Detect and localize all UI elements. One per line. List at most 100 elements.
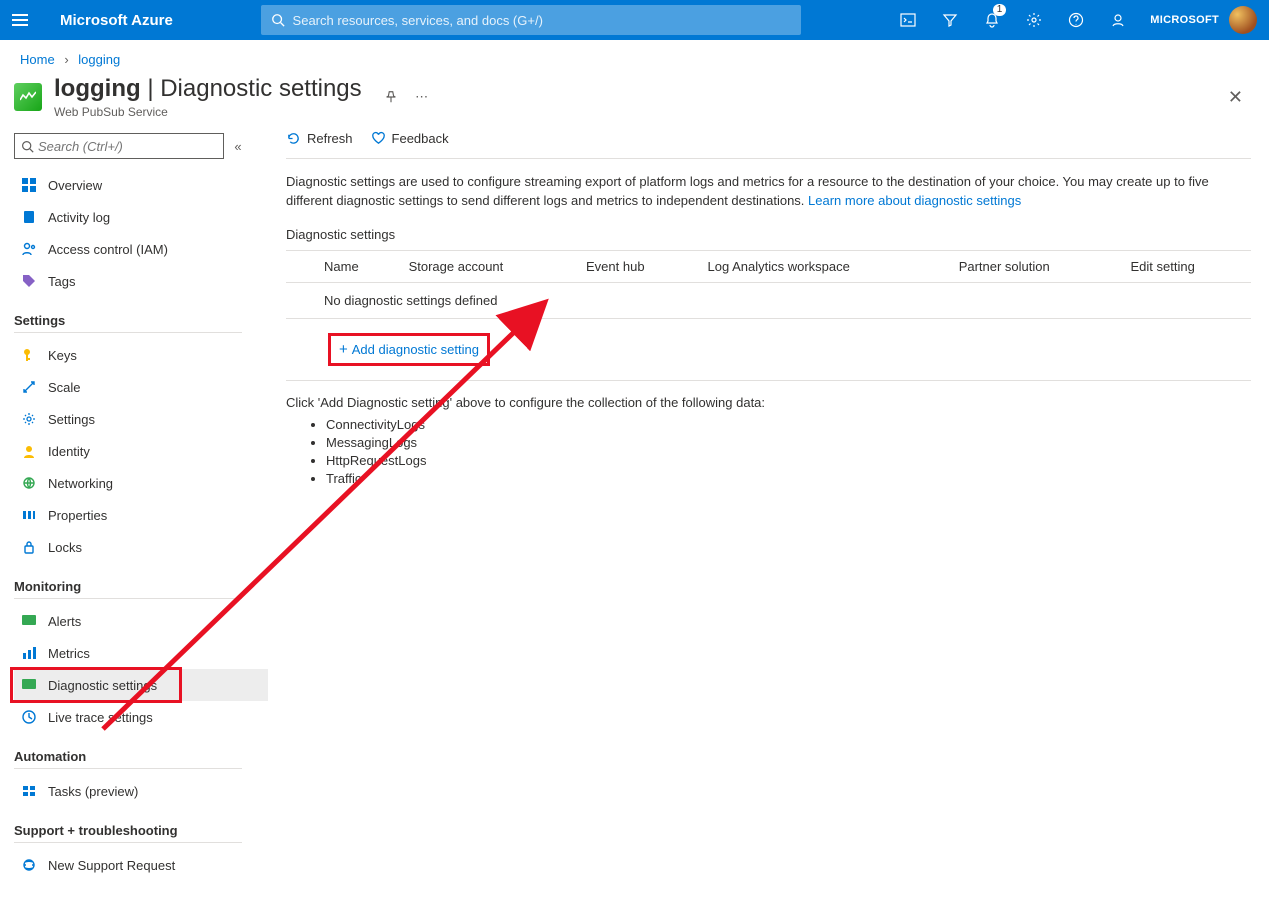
close-icon[interactable]: ✕ bbox=[1220, 83, 1251, 112]
add-diagnostic-setting-button[interactable]: + Add diagnostic setting bbox=[339, 342, 479, 357]
more-icon[interactable]: ⋯ bbox=[410, 84, 436, 110]
heart-icon bbox=[371, 131, 386, 146]
table-header-row: Name Storage account Event hub Log Analy… bbox=[286, 250, 1251, 282]
main-content: Refresh Feedback Diagnostic settings are… bbox=[268, 119, 1269, 508]
nav-properties[interactable]: Properties bbox=[14, 499, 268, 531]
notifications-icon[interactable]: 1 bbox=[972, 0, 1012, 40]
list-item: MessagingLogs bbox=[326, 434, 1251, 452]
nav-tasks[interactable]: Tasks (preview) bbox=[14, 775, 268, 807]
instructions-text: Click 'Add Diagnostic setting' above to … bbox=[286, 395, 1251, 410]
settings-icon[interactable] bbox=[1014, 0, 1054, 40]
nav-networking[interactable]: Networking bbox=[14, 467, 268, 499]
nav-label: Activity log bbox=[48, 210, 110, 225]
plus-icon: + bbox=[339, 342, 348, 357]
nav-keys[interactable]: Keys bbox=[14, 339, 268, 371]
pin-icon[interactable] bbox=[378, 84, 404, 110]
refresh-label: Refresh bbox=[307, 131, 353, 146]
nav-overview[interactable]: Overview bbox=[14, 169, 268, 201]
nav-locks[interactable]: Locks bbox=[14, 531, 268, 563]
nav-alerts[interactable]: Alerts bbox=[14, 605, 268, 637]
add-button-label: Add diagnostic setting bbox=[352, 342, 479, 357]
col-eventhub: Event hub bbox=[576, 250, 698, 282]
nav-tags[interactable]: Tags bbox=[14, 265, 268, 297]
table-row-empty: No diagnostic settings defined bbox=[286, 282, 1251, 318]
search-icon bbox=[271, 13, 285, 27]
nav-access-control[interactable]: Access control (IAM) bbox=[14, 233, 268, 265]
refresh-icon bbox=[286, 131, 301, 146]
feedback-icon[interactable] bbox=[1098, 0, 1138, 40]
list-item: HttpRequestLogs bbox=[326, 452, 1251, 470]
collapse-sidebar-icon[interactable]: « bbox=[224, 139, 252, 154]
nav-scale[interactable]: Scale bbox=[14, 371, 268, 403]
nav-section-monitoring: Monitoring bbox=[14, 579, 242, 599]
nav-label: Networking bbox=[48, 476, 113, 491]
page-title: logging | Diagnostic settings bbox=[54, 75, 362, 102]
sidebar-nav: Overview Activity log Access control (IA… bbox=[14, 169, 268, 881]
nav-label: Diagnostic settings bbox=[48, 678, 157, 693]
search-icon bbox=[21, 140, 34, 153]
resource-type: Web PubSub Service bbox=[54, 105, 362, 119]
help-icon[interactable] bbox=[1056, 0, 1096, 40]
learn-more-link[interactable]: Learn more about diagnostic settings bbox=[808, 193, 1021, 208]
col-edit: Edit setting bbox=[1121, 250, 1252, 282]
nav-support-request[interactable]: New Support Request bbox=[14, 849, 268, 881]
global-search-input[interactable] bbox=[293, 13, 791, 28]
description-text: Diagnostic settings are used to configur… bbox=[286, 173, 1226, 211]
global-search[interactable] bbox=[261, 5, 801, 35]
col-partner: Partner solution bbox=[949, 250, 1121, 282]
sidebar-search-input[interactable] bbox=[38, 139, 217, 154]
nav-label: Locks bbox=[48, 540, 82, 555]
menu-icon[interactable] bbox=[12, 10, 32, 30]
notification-badge: 1 bbox=[993, 4, 1007, 16]
resource-icon bbox=[14, 83, 42, 111]
list-item: ConnectivityLogs bbox=[326, 416, 1251, 434]
list-item: Traffic bbox=[326, 470, 1251, 488]
diagnostic-settings-table: Name Storage account Event hub Log Analy… bbox=[286, 250, 1251, 381]
nav-section-automation: Automation bbox=[14, 749, 242, 769]
toolbar: Refresh Feedback bbox=[286, 119, 1251, 159]
nav-identity[interactable]: Identity bbox=[14, 435, 268, 467]
filter-icon[interactable] bbox=[930, 0, 970, 40]
nav-label: New Support Request bbox=[48, 858, 175, 873]
table-caption: Diagnostic settings bbox=[286, 227, 1251, 242]
nav-label: Metrics bbox=[48, 646, 90, 661]
col-name: Name bbox=[314, 250, 399, 282]
cloud-shell-icon[interactable] bbox=[888, 0, 928, 40]
breadcrumb: Home › logging bbox=[0, 40, 1269, 73]
empty-message: No diagnostic settings defined bbox=[314, 282, 1251, 318]
feedback-label: Feedback bbox=[392, 131, 449, 146]
refresh-button[interactable]: Refresh bbox=[286, 131, 353, 146]
nav-label: Properties bbox=[48, 508, 107, 523]
chevron-right-icon: › bbox=[64, 52, 68, 67]
table-row-add: + Add diagnostic setting bbox=[286, 318, 1251, 380]
nav-label: Access control (IAM) bbox=[48, 242, 168, 257]
nav-settings[interactable]: Settings bbox=[14, 403, 268, 435]
nav-metrics[interactable]: Metrics bbox=[14, 637, 268, 669]
top-nav-bar: Microsoft Azure 1 MICROSOFT bbox=[0, 0, 1269, 40]
nav-live-trace[interactable]: Live trace settings bbox=[14, 701, 268, 733]
col-log-analytics: Log Analytics workspace bbox=[698, 250, 949, 282]
nav-label: Tasks (preview) bbox=[48, 784, 138, 799]
nav-activity-log[interactable]: Activity log bbox=[14, 201, 268, 233]
nav-label: Alerts bbox=[48, 614, 81, 629]
nav-section-support: Support + troubleshooting bbox=[14, 823, 242, 843]
nav-section-settings: Settings bbox=[14, 313, 242, 333]
nav-diagnostic-settings[interactable]: Diagnostic settings bbox=[14, 669, 268, 701]
nav-label: Overview bbox=[48, 178, 102, 193]
tenant-label: MICROSOFT bbox=[1150, 14, 1219, 26]
nav-label: Identity bbox=[48, 444, 90, 459]
brand-label[interactable]: Microsoft Azure bbox=[60, 12, 173, 29]
nav-label: Settings bbox=[48, 412, 95, 427]
feedback-button[interactable]: Feedback bbox=[371, 131, 449, 146]
nav-label: Live trace settings bbox=[48, 710, 153, 725]
user-avatar[interactable] bbox=[1229, 6, 1257, 34]
nav-label: Keys bbox=[48, 348, 77, 363]
breadcrumb-current[interactable]: logging bbox=[78, 52, 120, 67]
sidebar: « Overview Activity log Access control (… bbox=[0, 119, 268, 901]
breadcrumb-home[interactable]: Home bbox=[20, 52, 55, 67]
log-categories-list: ConnectivityLogs MessagingLogs HttpReque… bbox=[326, 416, 1251, 489]
sidebar-search[interactable] bbox=[14, 133, 224, 159]
nav-label: Scale bbox=[48, 380, 81, 395]
page-header: logging | Diagnostic settings Web PubSub… bbox=[0, 73, 1269, 119]
nav-label: Tags bbox=[48, 274, 75, 289]
